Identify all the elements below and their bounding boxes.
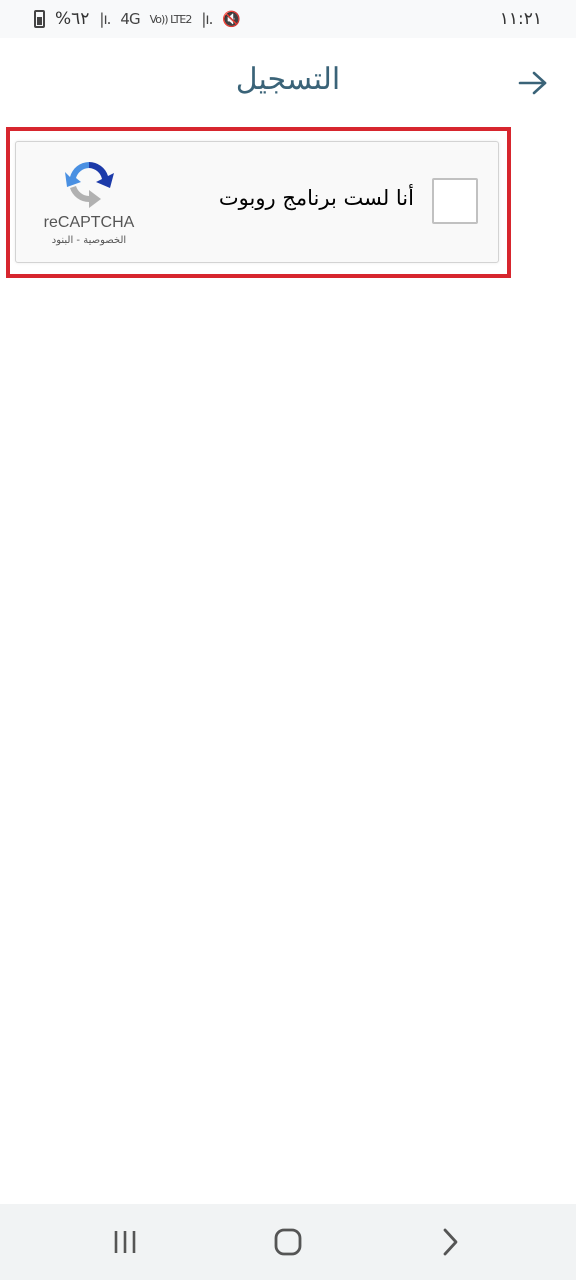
app-header: التسجيل xyxy=(0,38,576,128)
recaptcha-brand: reCAPTCHA xyxy=(43,214,135,231)
home-button[interactable] xyxy=(268,1222,308,1262)
recaptcha-logo-icon xyxy=(65,162,114,208)
network-lte-label: Vo)) LTE2 xyxy=(149,12,193,26)
status-time: ١١:٢١ xyxy=(499,9,542,29)
recaptcha-logo-area: reCAPTCHA الخصوصية - البنود xyxy=(34,156,144,246)
status-bar: %٦٢ |ı. 4G Vo)) LTE2 |ı. 🔇 ١١:٢١ xyxy=(0,0,576,38)
back-chevron-icon xyxy=(443,1228,458,1256)
status-icons: %٦٢ |ı. 4G Vo)) LTE2 |ı. 🔇 xyxy=(34,9,241,29)
terms-link[interactable]: البنود xyxy=(52,235,73,246)
recaptcha-links: الخصوصية - البنود xyxy=(34,235,144,246)
recaptcha-checkbox[interactable] xyxy=(432,178,478,224)
arrow-right-icon xyxy=(518,71,547,95)
screen: %٦٢ |ı. 4G Vo)) LTE2 |ı. 🔇 ١١:٢١ التسجيل… xyxy=(0,0,576,1280)
mute-icon: 🔇 xyxy=(222,10,241,28)
recaptcha-label: أنا لست برنامج روبوت xyxy=(218,186,414,210)
back-button[interactable] xyxy=(516,66,550,100)
network-4g-label: 4G xyxy=(120,10,140,28)
page-title: التسجيل xyxy=(235,62,341,97)
recaptcha-widget: أنا لست برنامج روبوت reCAPTCHA الخصوصية … xyxy=(15,141,499,263)
signal-icon: |ı. xyxy=(99,10,111,28)
recents-button[interactable] xyxy=(106,1222,146,1262)
back-nav-button[interactable] xyxy=(430,1222,470,1262)
privacy-link[interactable]: الخصوصية xyxy=(83,235,126,246)
battery-level: %٦٢ xyxy=(55,9,90,29)
links-separator: - xyxy=(73,235,84,246)
nav-bar xyxy=(0,1204,576,1280)
battery-icon xyxy=(34,10,45,28)
home-icon xyxy=(274,1228,302,1256)
signal-icon-2: |ı. xyxy=(201,10,213,28)
recents-icon xyxy=(114,1231,136,1253)
